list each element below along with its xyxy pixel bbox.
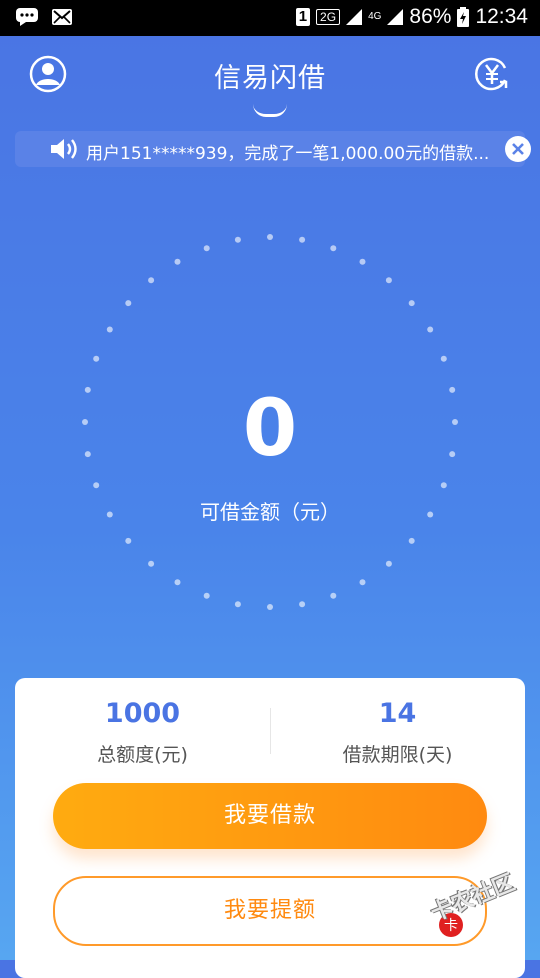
repayment-button[interactable] xyxy=(472,54,512,94)
dial-dot xyxy=(148,560,155,567)
dial-dot xyxy=(299,236,306,243)
loan-term-label: 借款期限(天) xyxy=(342,744,453,766)
battery-percent: 86% xyxy=(409,5,452,28)
dial-dot xyxy=(408,300,415,307)
notice-close-button[interactable] xyxy=(505,136,531,162)
dial-dot xyxy=(359,579,366,586)
chat-bubble-icon xyxy=(16,8,38,26)
network-2g-badge: 2G xyxy=(316,9,341,25)
sim-slot-badge: 1 xyxy=(295,8,311,26)
raise-limit-button[interactable]: 我要提额 xyxy=(53,876,487,946)
dial-dot xyxy=(106,326,113,333)
dial-dot xyxy=(203,592,210,599)
available-amount-label: 可借金额（元） xyxy=(200,500,340,524)
battery-icon xyxy=(457,7,470,27)
dial-dot xyxy=(93,482,100,489)
page-title: 信易闪借 xyxy=(214,63,326,94)
dial-dot xyxy=(148,277,155,284)
loan-term-value: 14 xyxy=(378,698,417,729)
dial-dot xyxy=(440,482,447,489)
dial-dot xyxy=(174,258,181,265)
dial-dot xyxy=(234,236,241,243)
total-limit-value: 1000 xyxy=(104,698,181,729)
notice-text: 用户151*****939，完成了一笔1,000.00元的借款... xyxy=(86,144,490,164)
dial-dot xyxy=(385,560,392,567)
notification-icons xyxy=(16,8,72,26)
available-amount: 0 xyxy=(242,384,298,474)
app-header: 信易闪借 xyxy=(0,36,540,112)
dial-dot xyxy=(267,604,273,610)
dial-dot xyxy=(203,245,210,252)
network-4g-label: 4G xyxy=(368,11,382,22)
dial-dot xyxy=(299,601,306,608)
dial-dot xyxy=(359,258,366,265)
dial-dot xyxy=(125,300,132,307)
dial-dot xyxy=(440,355,447,362)
status-bar: 1 2G 4G 86% 12:34 xyxy=(0,0,540,36)
clock: 12:34 xyxy=(475,5,528,28)
notice-bar[interactable]: 用户151*****939，完成了一笔1,000.00元的借款... xyxy=(15,131,531,167)
dial-dot xyxy=(427,326,434,333)
dial-dot xyxy=(267,234,273,240)
signal-icon xyxy=(346,9,363,25)
speaker-icon xyxy=(51,139,77,159)
signal-icon-2 xyxy=(387,9,404,25)
dial-dot xyxy=(125,537,132,544)
close-icon xyxy=(512,143,524,155)
total-limit-label: 总额度(元) xyxy=(97,744,188,766)
loan-term-stat: 14 借款期限(天) xyxy=(270,696,525,767)
borrow-button[interactable]: 我要借款 xyxy=(53,783,487,849)
dial-dot xyxy=(93,355,100,362)
mail-icon xyxy=(52,9,72,25)
dial-dot xyxy=(330,245,337,252)
yen-refresh-icon xyxy=(475,57,508,91)
dial-dot xyxy=(408,537,415,544)
total-limit-stat: 1000 总额度(元) xyxy=(15,696,270,767)
dial-dot xyxy=(234,601,241,608)
system-indicators: 1 2G 4G 86% 12:34 xyxy=(295,5,528,29)
dial-dot xyxy=(385,277,392,284)
dial-dot xyxy=(330,592,337,599)
pull-indicator xyxy=(253,104,287,117)
dial-dot xyxy=(174,579,181,586)
